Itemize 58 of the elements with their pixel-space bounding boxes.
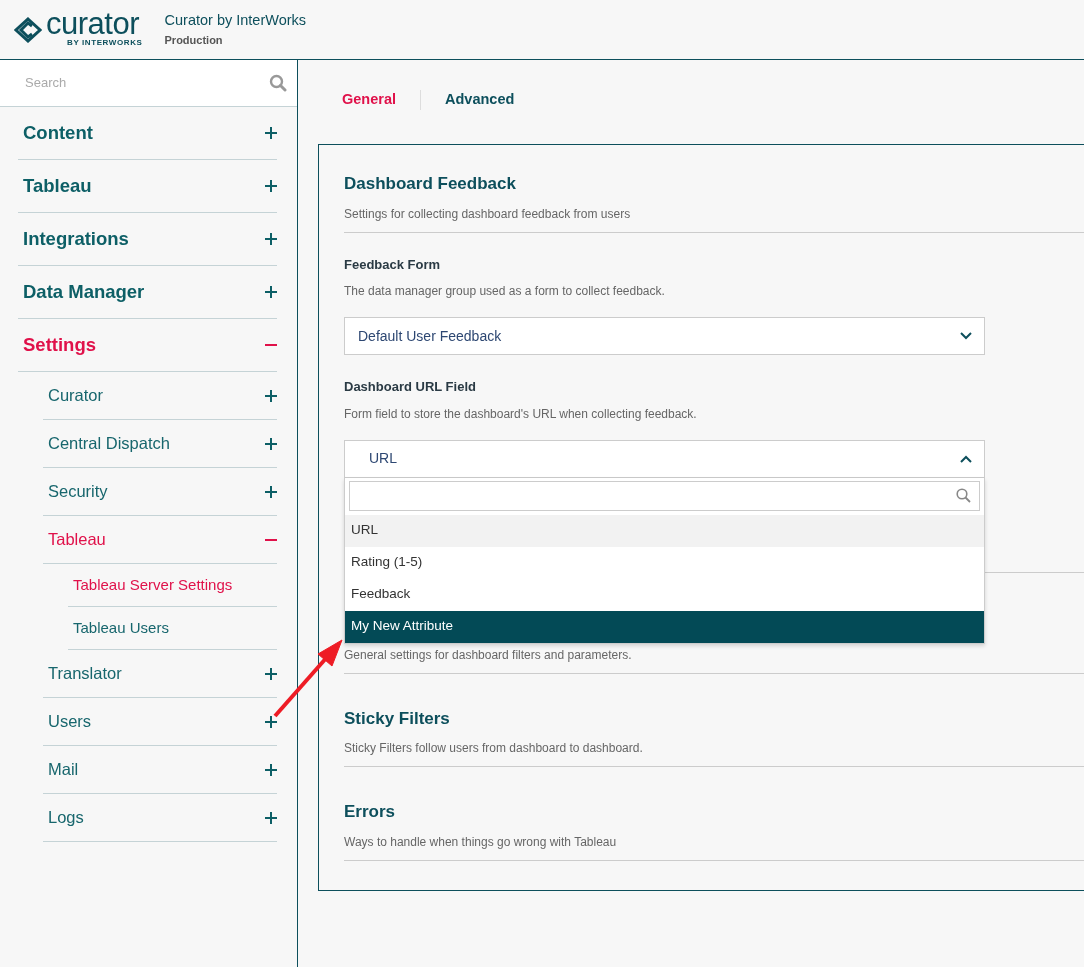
expand-icon[interactable] bbox=[265, 811, 277, 824]
section-description: Sticky Filters follow users from dashboard to dashboard. bbox=[344, 739, 1084, 767]
nav-item[interactable]: Users bbox=[43, 698, 277, 746]
nav-item[interactable]: Security bbox=[43, 468, 277, 516]
expand-icon[interactable] bbox=[265, 715, 277, 728]
field-help: Form field to store the dashboard's URL when collecting feedback. bbox=[344, 405, 698, 423]
section-title: Errors bbox=[344, 801, 397, 823]
nav-item[interactable]: Translator bbox=[43, 650, 277, 698]
nav-item[interactable]: Logs bbox=[43, 794, 277, 842]
expand-icon[interactable] bbox=[265, 667, 277, 680]
tab[interactable]: Advanced bbox=[445, 89, 515, 111]
nav-item[interactable]: Tableau bbox=[43, 516, 277, 564]
field-label: Dashboard URL Field bbox=[344, 378, 477, 396]
expand-icon[interactable] bbox=[265, 763, 277, 776]
logo-tagline: BY INTERWORKS bbox=[66, 36, 143, 49]
nav-item[interactable]: Content bbox=[18, 107, 277, 160]
expand-icon[interactable] bbox=[265, 233, 277, 245]
dropdown-option[interactable]: URL bbox=[345, 514, 984, 547]
logo-icon bbox=[14, 16, 42, 43]
section-description: General settings for dashboard filters and parameters. bbox=[344, 645, 1084, 674]
chevron-up-icon[interactable] bbox=[960, 454, 972, 463]
nav-item[interactable]: Tableau Server Settings bbox=[68, 564, 277, 607]
dropdown-value: URL bbox=[369, 449, 397, 468]
dropdown-search-field[interactable] bbox=[349, 480, 980, 511]
dropdown-field[interactable]: Default User Feedback bbox=[344, 317, 985, 355]
search-icon[interactable] bbox=[956, 488, 971, 503]
expand-icon[interactable] bbox=[265, 485, 277, 498]
app-title: Curator by InterWorks bbox=[164, 11, 307, 31]
nav-item[interactable]: Settings bbox=[18, 319, 277, 372]
dropdown-value: Default User Feedback bbox=[358, 326, 502, 346]
dropdown-option[interactable]: My New Attribute bbox=[345, 610, 984, 643]
section-description: Ways to handle when things go wrong with Tableau bbox=[344, 832, 1084, 861]
search-bar[interactable]: Search bbox=[0, 60, 297, 107]
expand-icon[interactable] bbox=[265, 127, 277, 139]
section-description: Settings for collecting dashboard feedback from users bbox=[344, 204, 1084, 233]
nav-item[interactable]: Central Dispatch bbox=[43, 420, 277, 468]
logo-wordmark: curator bbox=[46, 10, 139, 37]
dropdown-option[interactable]: Feedback bbox=[345, 578, 984, 611]
expand-icon[interactable] bbox=[265, 286, 277, 298]
section-title: Dashboard Feedback bbox=[344, 173, 517, 195]
tab[interactable]: General bbox=[342, 89, 396, 111]
section-title: Sticky Filters bbox=[344, 707, 451, 730]
expand-icon[interactable] bbox=[265, 437, 277, 450]
nav-item[interactable]: Curator bbox=[43, 372, 277, 420]
nav-item[interactable]: Integrations bbox=[18, 213, 277, 266]
field-help: The data manager group used as a form to collect feedback. bbox=[344, 283, 666, 300]
nav-item[interactable]: Mail bbox=[43, 746, 277, 794]
chevron-down-icon[interactable] bbox=[960, 332, 972, 340]
nav-item[interactable]: Tableau Users bbox=[68, 607, 277, 650]
expand-icon[interactable] bbox=[265, 389, 277, 402]
search-field[interactable]: Search bbox=[23, 72, 269, 94]
field-label: Feedback Form bbox=[344, 255, 442, 274]
dropdown-option[interactable]: Rating (1-5) bbox=[345, 546, 984, 579]
search-icon[interactable] bbox=[269, 74, 287, 92]
environment-label: Production bbox=[164, 33, 224, 49]
nav-item[interactable]: Data Manager bbox=[18, 266, 277, 319]
nav-item[interactable]: Tableau bbox=[18, 160, 277, 213]
expand-icon[interactable] bbox=[265, 180, 277, 192]
